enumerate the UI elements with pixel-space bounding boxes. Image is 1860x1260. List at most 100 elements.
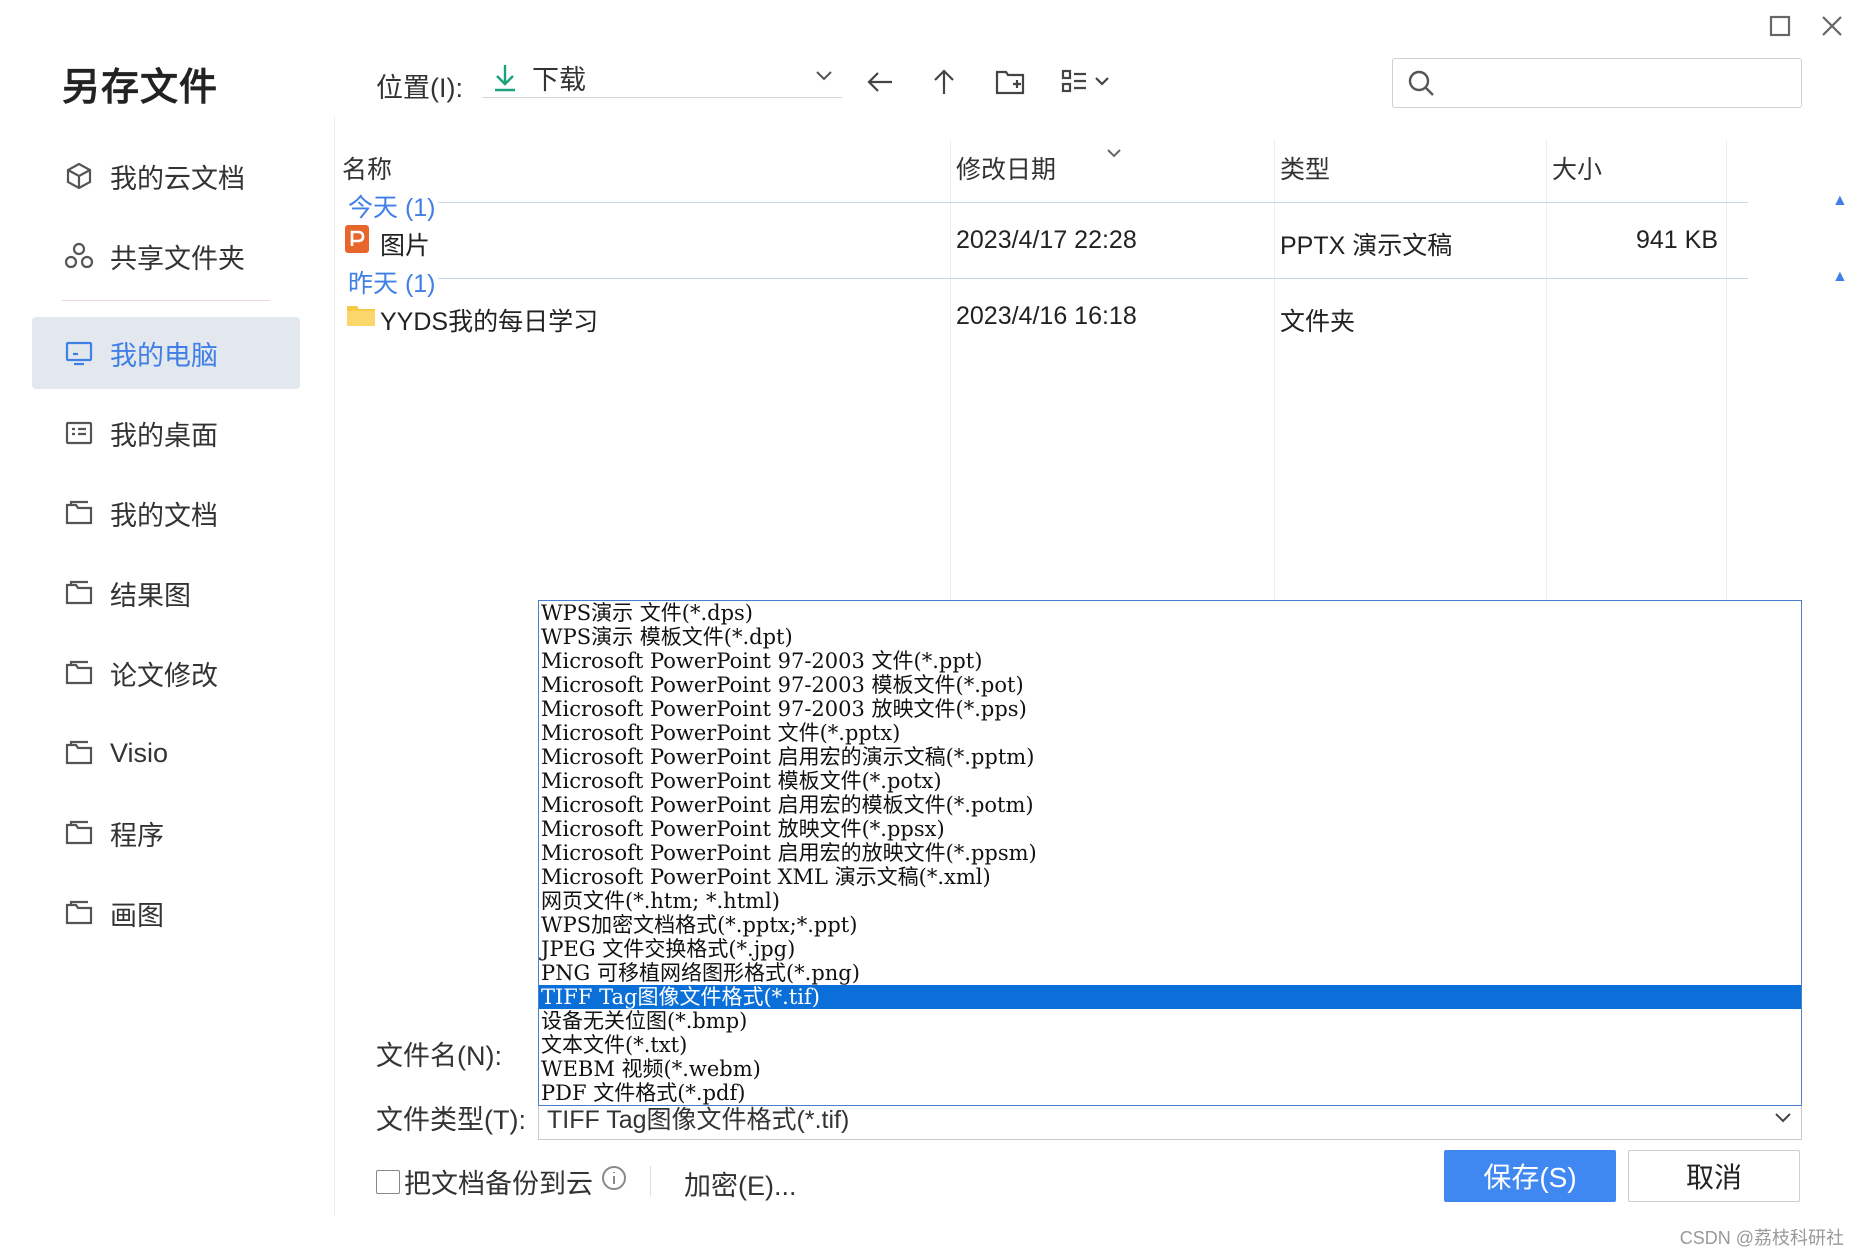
sidebar-item-my-documents[interactable]: 我的文档 xyxy=(32,477,300,549)
sidebar-item-label: 程序 xyxy=(110,820,164,851)
column-divider[interactable] xyxy=(1726,140,1727,600)
backup-label[interactable]: 把文档备份到云 xyxy=(404,1162,593,1201)
back-button[interactable] xyxy=(860,62,900,102)
folder-icon xyxy=(347,306,375,326)
sidebar-item-my-computer[interactable]: 我的电脑 xyxy=(32,317,300,389)
footer-divider xyxy=(650,1166,651,1196)
sidebar-item-label: 共享文件夹 xyxy=(110,243,245,274)
sidebar-item-drawing[interactable]: 画图 xyxy=(32,877,300,949)
column-header-size[interactable]: 大小 xyxy=(1552,150,1602,186)
file-date: 2023/4/16 16:18 xyxy=(956,302,1137,330)
column-divider[interactable] xyxy=(1546,140,1547,600)
maximize-button[interactable] xyxy=(1760,6,1800,46)
column-divider[interactable] xyxy=(950,140,951,600)
sidebar-item-visio[interactable]: Visio xyxy=(32,717,300,789)
folder-icon xyxy=(62,496,96,530)
filetype-option[interactable]: PNG 可移植网络图形格式(*.png) xyxy=(539,961,1801,985)
column-header-name[interactable]: 名称 xyxy=(342,150,392,186)
sidebar-item-label: 结果图 xyxy=(110,580,191,611)
arrow-up-icon xyxy=(934,69,954,94)
sort-descending-icon xyxy=(1104,146,1124,165)
filetype-option[interactable]: 文本文件(*.txt) xyxy=(539,1033,1801,1057)
desktop-icon xyxy=(62,416,96,450)
folder-icon xyxy=(62,896,96,930)
file-name: YYDS我的每日学习 xyxy=(380,308,599,336)
filetype-option[interactable]: Microsoft PowerPoint 放映文件(*.ppsx) xyxy=(539,817,1801,841)
download-icon xyxy=(490,62,522,94)
encrypt-link[interactable]: 加密(E)... xyxy=(684,1164,797,1203)
save-button[interactable]: 保存(S) xyxy=(1444,1150,1616,1202)
sidebar-border xyxy=(334,116,335,1216)
maximize-icon xyxy=(1769,15,1791,37)
sidebar-item-paper-revision[interactable]: 论文修改 xyxy=(32,637,300,709)
sidebar-divider xyxy=(62,300,270,301)
arrow-left-icon xyxy=(867,72,892,92)
backup-checkbox[interactable] xyxy=(376,1169,400,1194)
sidebar-item-label: Visio xyxy=(110,737,169,768)
collapse-icon[interactable]: ▲ xyxy=(1832,192,1848,210)
close-icon xyxy=(1822,16,1842,36)
location-value: 下载 xyxy=(532,65,586,95)
filetype-option[interactable]: WPS演示 模板文件(*.dpt) xyxy=(539,625,1801,649)
filetype-option[interactable]: Microsoft PowerPoint 97-2003 文件(*.ppt) xyxy=(539,649,1801,673)
search-input[interactable] xyxy=(1445,70,1785,96)
filetype-option[interactable]: Microsoft PowerPoint 97-2003 放映文件(*.pps) xyxy=(539,697,1801,721)
watermark: CSDN @荔枝科研社 xyxy=(1679,1228,1844,1248)
group-header-today[interactable]: 今天 (1) xyxy=(348,188,436,224)
filename-label: 文件名(N): xyxy=(376,1041,502,1071)
filetype-option-selected[interactable]: TIFF Tag图像文件格式(*.tif) xyxy=(539,985,1801,1009)
filetype-option[interactable]: Microsoft PowerPoint 启用宏的放映文件(*.ppsm) xyxy=(539,841,1801,865)
sidebar-item-label: 我的电脑 xyxy=(110,340,218,371)
sidebar-item-cloud-docs[interactable]: 我的云文档 xyxy=(32,140,300,212)
column-header-type[interactable]: 类型 xyxy=(1280,150,1330,186)
filetype-option[interactable]: 设备无关位图(*.bmp) xyxy=(539,1009,1801,1033)
close-button[interactable] xyxy=(1812,6,1852,46)
column-header-date[interactable]: 修改日期 xyxy=(956,150,1056,186)
sidebar-item-label: 论文修改 xyxy=(110,660,218,691)
filetype-option[interactable]: Microsoft PowerPoint 文件(*.pptx) xyxy=(539,721,1801,745)
filetype-option[interactable]: PDF 文件格式(*.pdf) xyxy=(539,1081,1801,1105)
filetype-option[interactable]: Microsoft PowerPoint 97-2003 模板文件(*.pot) xyxy=(539,673,1801,697)
file-name: 图片 xyxy=(380,232,431,260)
folder-icon xyxy=(62,736,96,770)
sidebar-item-desktop[interactable]: 我的桌面 xyxy=(32,397,300,469)
filetype-option[interactable]: WPS演示 文件(*.dps) xyxy=(539,601,1801,625)
sidebar-item-shared-folder[interactable]: 共享文件夹 xyxy=(32,220,300,292)
filetype-option[interactable]: WEBM 视频(*.webm) xyxy=(539,1057,1801,1081)
sidebar-item-program[interactable]: 程序 xyxy=(32,797,300,869)
folder-icon xyxy=(62,656,96,690)
filetype-option[interactable]: Microsoft PowerPoint 模板文件(*.potx) xyxy=(539,769,1801,793)
new-folder-button[interactable] xyxy=(990,62,1030,102)
up-button[interactable] xyxy=(924,62,964,102)
sidebar-item-label: 我的云文档 xyxy=(110,163,245,194)
search-icon xyxy=(1408,70,1434,96)
file-size: 941 KB xyxy=(1635,226,1718,254)
group-header-yesterday[interactable]: 昨天 (1) xyxy=(348,264,436,300)
location-dropdown[interactable]: 下载 xyxy=(482,58,842,98)
file-list: 名称 修改日期 类型 大小 今天 (1) ▲ 图片 2023/4/17 22:2… xyxy=(340,140,1850,610)
column-divider[interactable] xyxy=(1274,140,1275,600)
filetype-option[interactable]: 网页文件(*.htm; *.html) xyxy=(539,889,1801,913)
sidebar-item-results[interactable]: 结果图 xyxy=(32,557,300,629)
file-type: 文件夹 xyxy=(1280,308,1356,336)
sidebar-item-label: 我的文档 xyxy=(110,500,218,531)
info-icon[interactable] xyxy=(601,1165,627,1198)
filetype-option[interactable]: Microsoft PowerPoint 启用宏的模板文件(*.potm) xyxy=(539,793,1801,817)
dialog-title: 另存文件 xyxy=(62,67,219,109)
sidebar-item-label: 画图 xyxy=(110,900,164,931)
filetype-option[interactable]: Microsoft PowerPoint XML 演示文稿(*.xml) xyxy=(539,865,1801,889)
filetype-option[interactable]: JPEG 文件交换格式(*.jpg) xyxy=(539,937,1801,961)
pptx-file-icon xyxy=(345,225,369,253)
new-folder-icon xyxy=(995,70,1025,95)
monitor-icon xyxy=(62,336,96,370)
cancel-button[interactable]: 取消 xyxy=(1628,1150,1800,1202)
filetype-option[interactable]: Microsoft PowerPoint 启用宏的演示文稿(*.pptm) xyxy=(539,745,1801,769)
file-type: PPTX 演示文稿 xyxy=(1280,232,1453,260)
backup-to-cloud: 把文档备份到云 xyxy=(376,1162,627,1201)
search-box[interactable] xyxy=(1392,58,1802,108)
group-divider xyxy=(438,278,1748,279)
collapse-icon[interactable]: ▲ xyxy=(1832,268,1848,286)
filetype-dropdown-list: WPS演示 文件(*.dps) WPS演示 模板文件(*.dpt) Micros… xyxy=(538,600,1802,1106)
view-mode-button[interactable] xyxy=(1058,62,1118,102)
filetype-option[interactable]: WPS加密文档格式(*.pptx;*.ppt) xyxy=(539,913,1801,937)
